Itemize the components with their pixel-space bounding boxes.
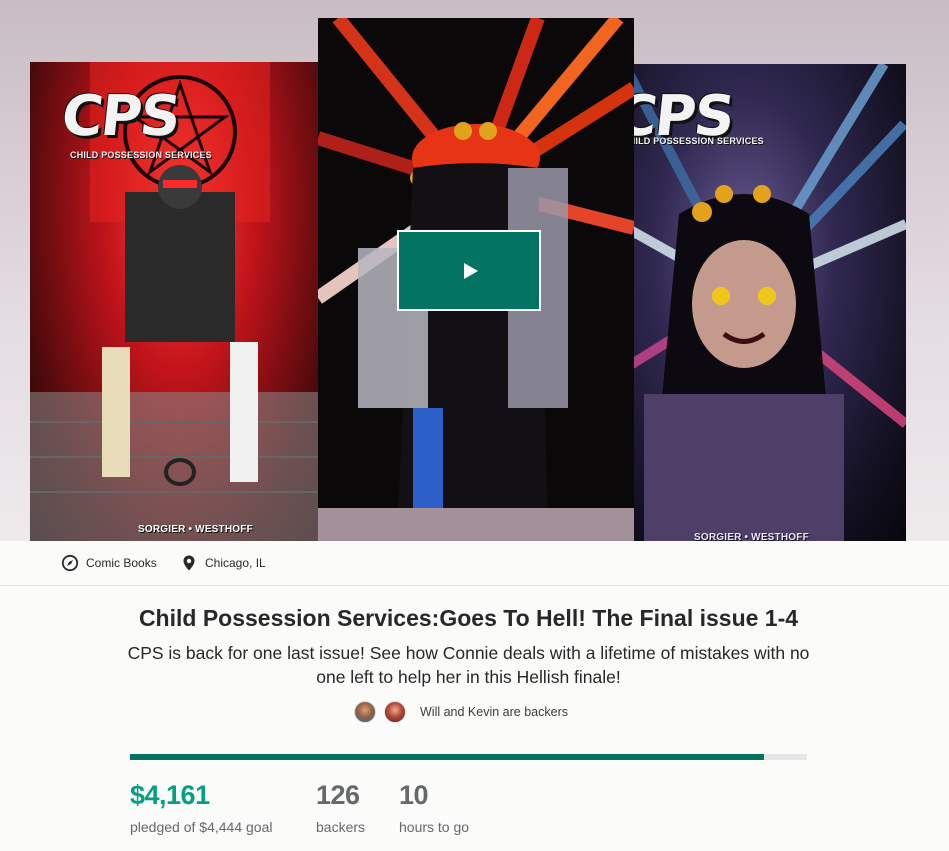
backers-stat: 126 backers (316, 780, 365, 835)
category-link[interactable]: Comic Books (61, 554, 157, 572)
play-video-button[interactable] (397, 230, 541, 311)
avatar[interactable] (354, 701, 376, 723)
play-icon (464, 262, 478, 279)
location-link[interactable]: Chicago, IL (180, 554, 266, 572)
cover-issue-left: CPS CHILD POSSESSION SERVICES SORGIER • … (30, 62, 330, 541)
compass-icon (61, 554, 79, 572)
backers-label: backers (316, 819, 366, 835)
cover-right-subtitle: CHILD POSSESSION SERVICES (622, 136, 764, 146)
map-pin-icon (180, 554, 198, 572)
friend-backers-text: Will and Kevin are backers (420, 705, 568, 719)
time-left-count: 10 (399, 780, 429, 810)
cover-left-subtitle: CHILD POSSESSION SERVICES (70, 150, 212, 160)
pledged-label: pledged of $4,444 goal (130, 819, 273, 835)
cover-right-credits: SORGIER • WESTHOFF (694, 532, 809, 541)
project-meta-bar: Comic Books Chicago, IL (0, 541, 949, 586)
time-left-stat: 10 hours to go (399, 780, 469, 835)
cover-left-credits: SORGIER • WESTHOFF (138, 524, 253, 535)
pledged-amount: $4,161 (130, 780, 210, 810)
funding-progress-bar (130, 754, 807, 760)
funding-progress-fill (130, 754, 764, 760)
avatar[interactable] (384, 701, 406, 723)
pledged-stat: $4,161 pledged of $4,444 goal (130, 780, 272, 835)
friend-backers: Will and Kevin are backers (354, 700, 568, 724)
backers-count: 126 (316, 780, 360, 810)
cover-left-logo: CPS (58, 84, 182, 149)
category-label: Comic Books (86, 556, 157, 570)
hero-media: CPS CHILD POSSESSION SERVICES SORGIER • … (0, 0, 949, 541)
time-left-label: hours to go (399, 819, 470, 835)
project-title: Child Possession Services:Goes To Hell! … (138, 605, 799, 631)
project-blurb: CPS is back for one last issue! See how … (127, 643, 810, 687)
location-label: Chicago, IL (205, 556, 266, 570)
